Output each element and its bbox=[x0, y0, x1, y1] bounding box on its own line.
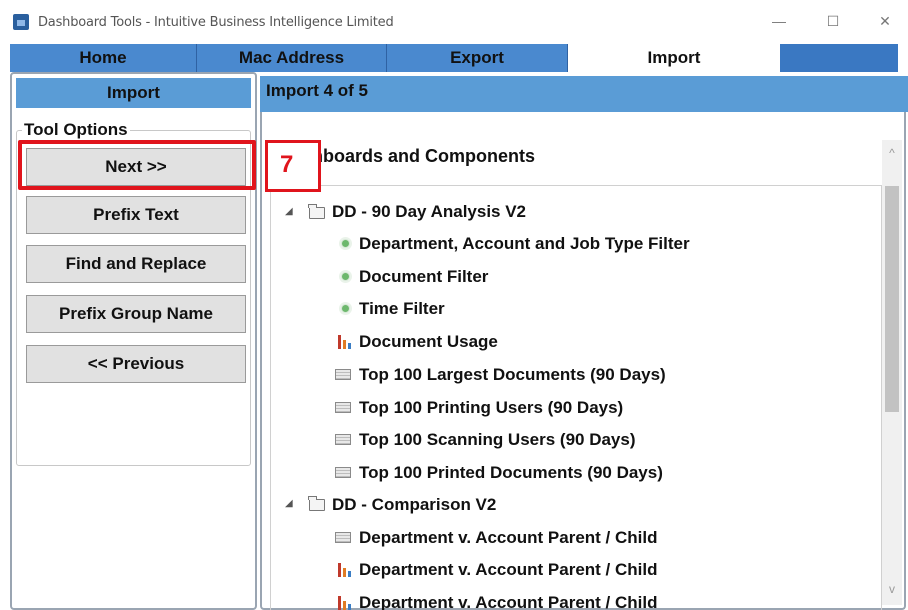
tab-mac-address[interactable]: Mac Address bbox=[197, 44, 387, 72]
tree-item-label[interactable]: Department, Account and Job Type Filter bbox=[359, 231, 690, 257]
table-icon bbox=[335, 532, 351, 543]
next-button-highlight bbox=[18, 140, 256, 190]
folder-icon bbox=[308, 204, 325, 219]
scroll-down-arrow-icon[interactable]: v bbox=[882, 582, 902, 598]
scroll-thumb[interactable] bbox=[885, 186, 899, 412]
tree-item-label[interactable]: Time Filter bbox=[359, 296, 445, 322]
app-icon bbox=[13, 14, 29, 30]
import-step-header: Import 4 of 5 bbox=[260, 76, 908, 112]
tool-panel: Import Tool Options Next >> Prefix Text … bbox=[10, 72, 257, 610]
filter-icon bbox=[341, 239, 350, 248]
table-icon bbox=[335, 467, 351, 478]
expand-arrow-icon[interactable]: ◢ bbox=[285, 206, 297, 217]
bar-chart-icon bbox=[337, 594, 353, 610]
tree-item-label[interactable]: Top 100 Scanning Users (90 Days) bbox=[359, 427, 636, 453]
close-button[interactable]: ✕ bbox=[870, 8, 900, 34]
prefix-group-name-button[interactable]: Prefix Group Name bbox=[26, 295, 246, 333]
tree-item-label[interactable]: Department v. Account Parent / Child bbox=[359, 557, 658, 583]
tree-folder-label[interactable]: DD - 90 Day Analysis V2 bbox=[332, 199, 526, 225]
tree-folder-label[interactable]: DD - Comparison V2 bbox=[332, 492, 496, 518]
tool-panel-header: Import bbox=[16, 78, 251, 108]
tree-item-label[interactable]: Top 100 Largest Documents (90 Days) bbox=[359, 362, 666, 388]
tool-options-label: Tool Options bbox=[22, 120, 130, 140]
tree-item-label[interactable]: Document Filter bbox=[359, 264, 488, 290]
table-icon bbox=[335, 402, 351, 413]
bar-chart-icon bbox=[337, 561, 353, 577]
filter-icon bbox=[341, 304, 350, 313]
tab-export[interactable]: Export bbox=[387, 44, 568, 72]
tree-item-label[interactable]: Top 100 Printing Users (90 Days) bbox=[359, 395, 623, 421]
section-title: ashboards and Components bbox=[292, 146, 536, 166]
maximize-button[interactable]: ☐ bbox=[818, 8, 848, 34]
find-and-replace-button[interactable]: Find and Replace bbox=[26, 245, 246, 283]
scroll-up-arrow-icon[interactable]: ^ bbox=[882, 146, 902, 162]
filter-icon bbox=[341, 272, 350, 281]
table-icon bbox=[335, 369, 351, 380]
prefix-text-button[interactable]: Prefix Text bbox=[26, 196, 246, 234]
expand-arrow-icon[interactable]: ◢ bbox=[285, 498, 297, 509]
window-title: Dashboard Tools - Intuitive Business Int… bbox=[38, 15, 394, 30]
tab-home[interactable]: Home bbox=[10, 44, 197, 72]
bar-chart-icon bbox=[337, 333, 353, 349]
vertical-scrollbar[interactable]: ^ v bbox=[882, 140, 902, 605]
previous-button[interactable]: << Previous bbox=[26, 345, 246, 383]
tree-item-label[interactable]: Top 100 Printed Documents (90 Days) bbox=[359, 460, 663, 486]
folder-icon bbox=[308, 496, 325, 511]
minimize-button[interactable]: — bbox=[764, 8, 794, 34]
title-bar: Dashboard Tools - Intuitive Business Int… bbox=[0, 0, 908, 44]
step-badge: 7 bbox=[265, 140, 321, 192]
tree-item-label[interactable]: Department v. Account Parent / Child bbox=[359, 525, 658, 551]
tree-item-label[interactable]: Document Usage bbox=[359, 329, 498, 355]
table-icon bbox=[335, 434, 351, 445]
dashboard-tree[interactable]: ◢ DD - 90 Day Analysis V2 Department, Ac… bbox=[270, 185, 882, 610]
tab-bar: Home Mac Address Export Import bbox=[10, 44, 898, 72]
tree-item-label[interactable]: Department v. Account Parent / Child bbox=[359, 590, 658, 610]
tab-import[interactable]: Import bbox=[568, 44, 780, 72]
